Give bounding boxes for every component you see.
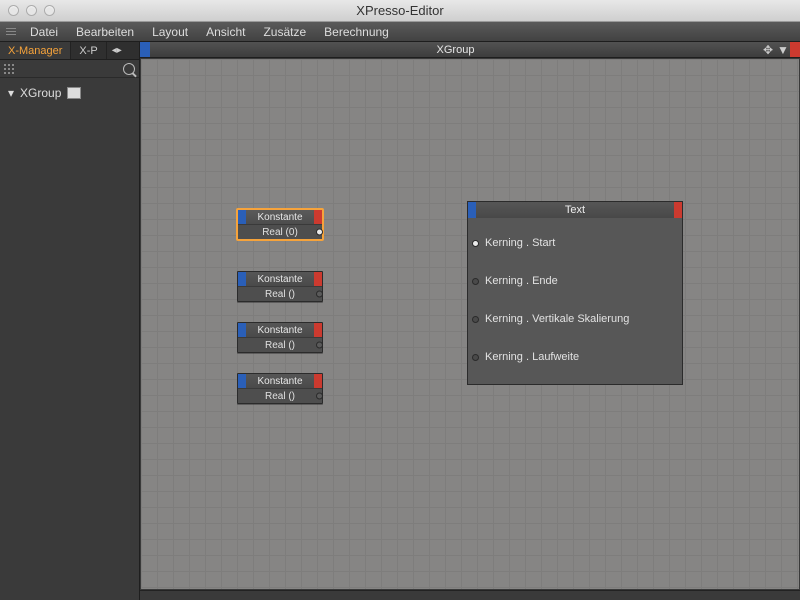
node-input-marker [238,374,246,388]
input-row-kerning-ende[interactable]: Kerning . Ende [468,262,682,300]
sidebar-tabs: X-Manager X-P ◂▸ [0,42,139,60]
sidebar-toolbar [0,60,139,78]
canvas-down-icon[interactable]: ▼ [776,43,790,57]
canvas-panel: XGroup ✥ ▼ Konstante Real (0) Konstante … [140,42,800,600]
node-text[interactable]: Text Kerning . Start Kerning . Ende Kern… [467,201,683,385]
node-output-marker [314,374,322,388]
node-output-marker [314,210,322,224]
traffic-lights [8,5,55,16]
menu-layout[interactable]: Layout [144,23,196,41]
input-row-kerning-start[interactable]: Kerning . Start [468,224,682,262]
tree-item-xgroup[interactable]: ▾ XGroup [6,84,133,102]
search-icon[interactable] [123,63,135,75]
menu-datei[interactable]: Datei [22,23,66,41]
menu-berechnung[interactable]: Berechnung [316,23,397,41]
node-konstante-2[interactable]: Konstante Real () [237,322,323,353]
menu-bearbeiten[interactable]: Bearbeiten [68,23,142,41]
node-title: Konstante [246,374,314,388]
tab-x-manager[interactable]: X-Manager [0,42,71,59]
tree-item-badge-icon [67,87,81,99]
canvas-header-output-marker [790,42,800,57]
sidebar: X-Manager X-P ◂▸ ▾ XGroup [0,42,140,600]
zoom-icon[interactable] [44,5,55,16]
close-icon[interactable] [8,5,19,16]
input-port-icon[interactable] [472,354,479,361]
node-title: Konstante [246,323,314,337]
input-label: Kerning . Ende [485,275,558,287]
canvas-statusbar [140,590,800,600]
input-row-kerning-laufweite[interactable]: Kerning . Laufweite [468,338,682,376]
input-port-icon[interactable] [472,278,479,285]
node-row-label: Real () [265,340,295,351]
node-row-label: Real (0) [262,227,298,238]
node-title: Konstante [246,272,314,286]
node-input-marker [468,202,476,218]
input-row-kerning-vertikale[interactable]: Kerning . Vertikale Skalierung [468,300,682,338]
node-title: Konstante [246,210,314,224]
minimize-icon[interactable] [26,5,37,16]
node-row-label: Real () [265,289,295,300]
menu-ansicht[interactable]: Ansicht [198,23,253,41]
input-label: Kerning . Laufweite [485,351,579,363]
node-title: Text [476,202,674,218]
window-title: XPresso-Editor [0,3,800,18]
tree-item-label: XGroup [20,86,61,100]
node-canvas[interactable]: Konstante Real (0) Konstante Real () Kon… [140,58,800,590]
output-port-icon[interactable] [316,393,323,400]
input-port-icon[interactable] [472,316,479,323]
canvas-header-input-marker [140,42,150,57]
input-label: Kerning . Start [485,237,555,249]
window-titlebar: XPresso-Editor [0,0,800,22]
node-konstante-0[interactable]: Konstante Real (0) [237,209,323,240]
input-label: Kerning . Vertikale Skalierung [485,313,629,325]
menu-zusaetze[interactable]: Zusätze [255,23,314,41]
output-port-icon[interactable] [316,229,323,236]
canvas-expand-icon[interactable]: ✥ [761,43,775,57]
node-output-marker [314,272,322,286]
menubar: Datei Bearbeiten Layout Ansicht Zusätze … [0,22,800,42]
node-konstante-3[interactable]: Konstante Real () [237,373,323,404]
canvas-title: XGroup [150,44,761,56]
tab-x-pool[interactable]: X-P [71,42,106,59]
node-row-label: Real () [265,391,295,402]
node-konstante-1[interactable]: Konstante Real () [237,271,323,302]
node-input-marker [238,210,246,224]
sidebar-grip-icon[interactable] [4,64,14,74]
output-port-icon[interactable] [316,342,323,349]
menubar-grip-icon[interactable] [6,28,16,35]
node-input-marker [238,323,246,337]
input-port-icon[interactable] [472,240,479,247]
tree-disclosure-icon[interactable]: ▾ [8,87,14,99]
connection-wires [141,59,441,209]
tab-scroll-icon[interactable]: ◂▸ [107,42,127,59]
node-output-marker [314,323,322,337]
sidebar-tree: ▾ XGroup [0,78,139,108]
node-input-marker [238,272,246,286]
node-output-marker [674,202,682,218]
output-port-icon[interactable] [316,291,323,298]
canvas-header[interactable]: XGroup ✥ ▼ [140,42,800,58]
